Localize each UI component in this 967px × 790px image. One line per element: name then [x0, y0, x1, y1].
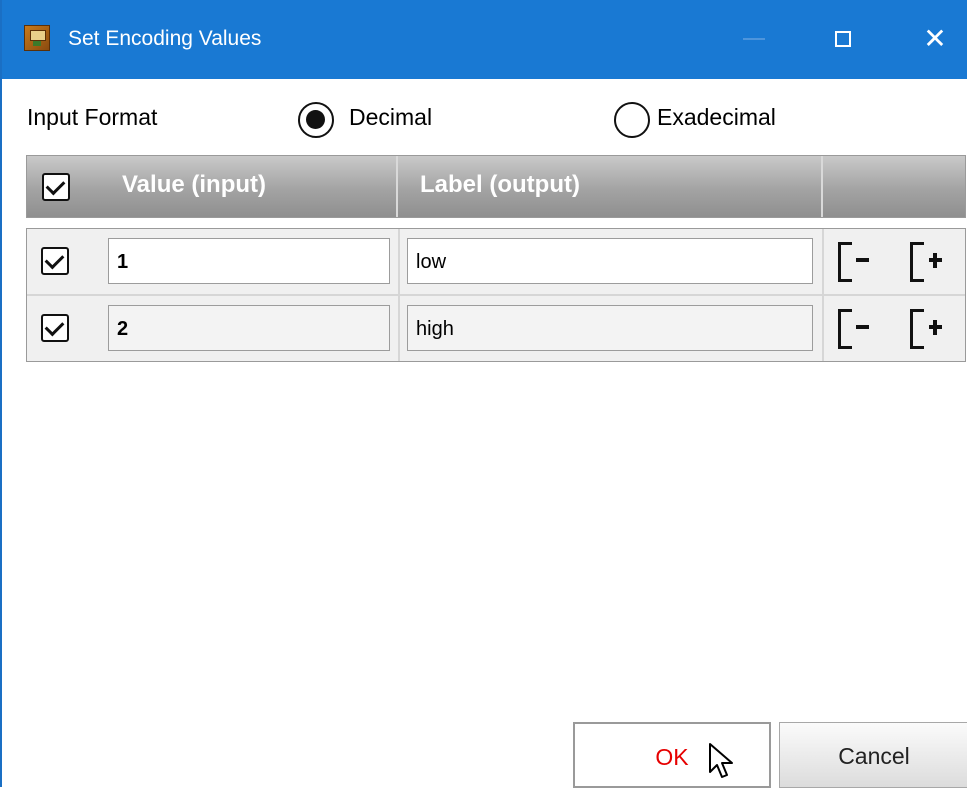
encoding-table: 1 low 2 high — [26, 228, 966, 362]
decimal-radio-label[interactable]: Decimal — [349, 104, 432, 131]
remove-row-icon[interactable] — [838, 242, 852, 282]
mouse-cursor-icon — [709, 743, 733, 778]
row-checkbox[interactable] — [41, 247, 69, 275]
table-row: 2 high — [27, 296, 965, 360]
exadecimal-radio[interactable] — [614, 102, 650, 138]
remove-row-icon[interactable] — [856, 258, 869, 262]
window-title: Set Encoding Values — [68, 27, 262, 50]
dialog-window: Set Encoding Values ✕ Input Format Decim… — [0, 0, 967, 788]
label-column-header: Label (output) — [420, 171, 580, 198]
add-row-icon[interactable] — [933, 320, 937, 335]
close-icon[interactable]: ✕ — [920, 24, 950, 54]
minimize-icon[interactable] — [743, 38, 765, 40]
maximize-icon[interactable] — [835, 31, 851, 47]
value-column-header: Value (input) — [122, 171, 266, 198]
exadecimal-radio-label[interactable]: Exadecimal — [657, 104, 776, 131]
header-divider — [396, 156, 398, 217]
remove-row-icon[interactable] — [856, 325, 869, 329]
label-input[interactable]: low — [407, 238, 813, 284]
app-icon — [24, 25, 50, 51]
add-row-icon[interactable] — [910, 242, 924, 282]
label-input[interactable]: high — [407, 305, 813, 351]
row-checkbox[interactable] — [41, 314, 69, 342]
ok-button[interactable]: OK — [573, 722, 771, 788]
remove-row-icon[interactable] — [838, 309, 852, 349]
title-bar[interactable]: Set Encoding Values ✕ — [2, 0, 967, 79]
cancel-button[interactable]: Cancel — [779, 722, 967, 788]
value-input[interactable]: 1 — [108, 238, 390, 284]
add-row-icon[interactable] — [933, 253, 937, 268]
decimal-radio[interactable] — [298, 102, 334, 138]
table-header: Value (input) Label (output) — [26, 155, 966, 218]
input-format-label: Input Format — [27, 104, 158, 130]
header-divider — [821, 156, 823, 217]
add-row-icon[interactable] — [910, 309, 924, 349]
table-row: 1 low — [27, 229, 965, 293]
select-all-checkbox[interactable] — [42, 173, 70, 201]
value-input[interactable]: 2 — [108, 305, 390, 351]
